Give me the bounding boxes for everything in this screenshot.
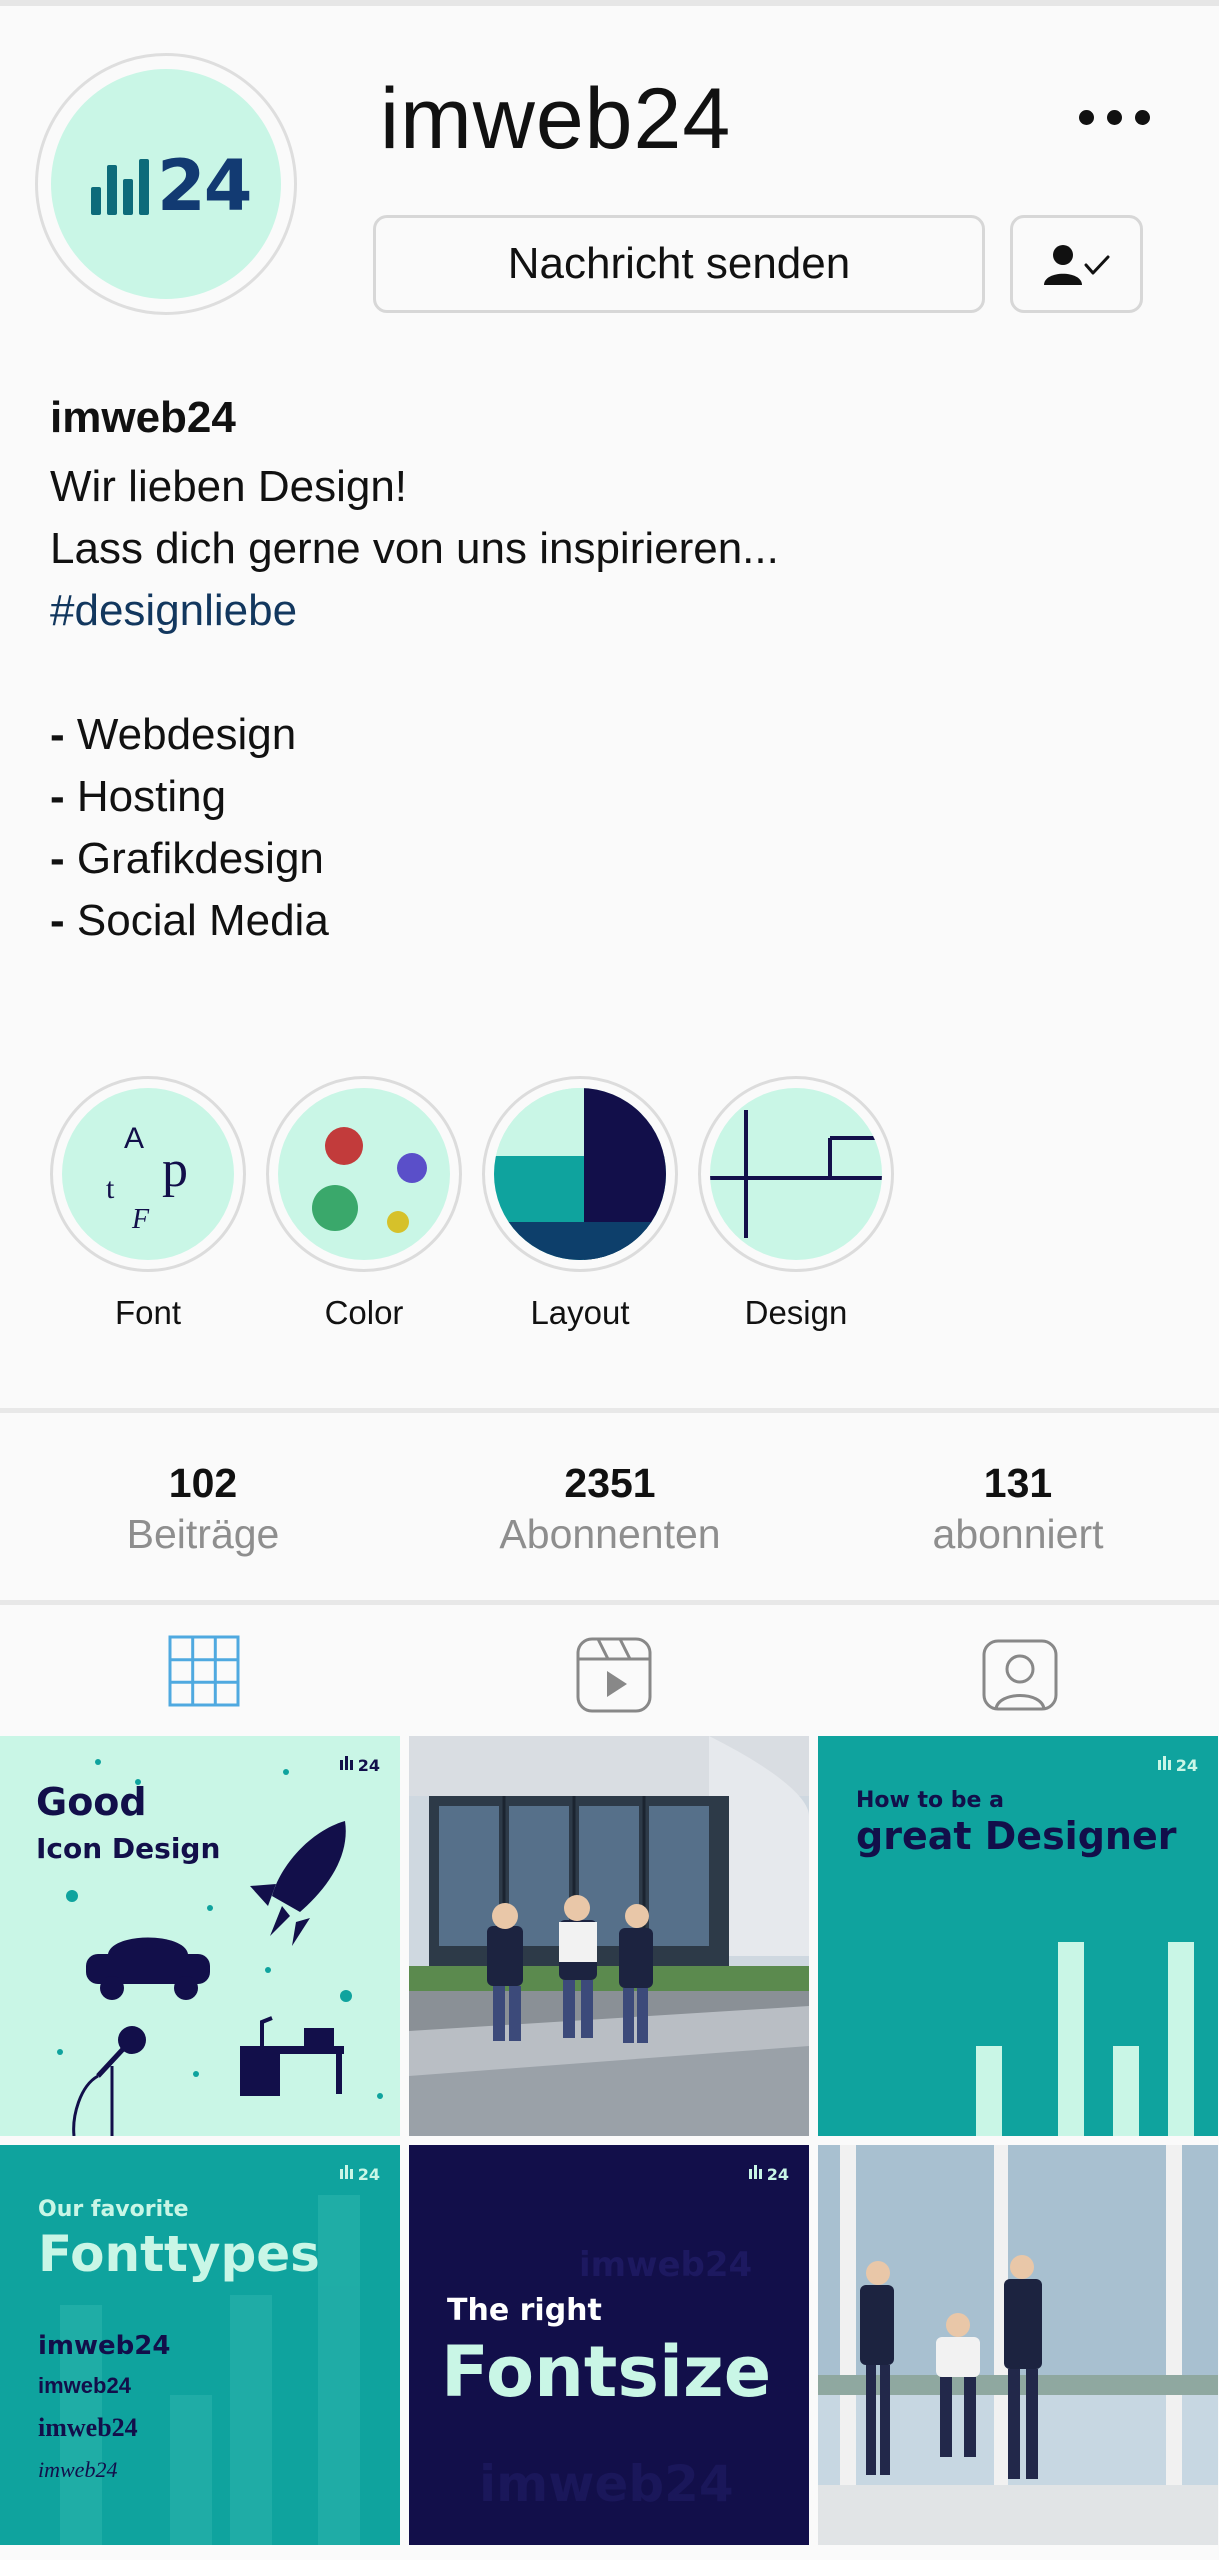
font-letters-icon: A t p F — [106, 1122, 188, 1235]
post-tile-great-designer[interactable]: 24 How to be a great Designer — [818, 1736, 1218, 2136]
post-watermark: imweb24 — [579, 2245, 753, 2285]
post-subline: great Designer — [856, 1814, 1177, 1858]
more-options-icon[interactable] — [1075, 96, 1155, 140]
team-photo-image — [409, 1736, 809, 2136]
tab-tagged[interactable] — [812, 1608, 1218, 1736]
highlight-layout[interactable]: Layout — [482, 1076, 678, 1332]
post-subline: Fontsize — [441, 2331, 772, 2413]
post-tile-team-photo[interactable] — [409, 1736, 809, 2136]
bio-list-item: - Hosting — [50, 772, 227, 821]
post-watermark: imweb24 — [479, 2455, 734, 2513]
status-bar-divider — [0, 0, 1219, 6]
brand-mark: 24 — [1175, 1756, 1198, 1775]
highlight-font[interactable]: A t p F Font — [50, 1076, 246, 1332]
post-subline: Icon Design — [36, 1832, 221, 1865]
font-sample: imweb24 — [38, 2413, 138, 2442]
svg-text:p: p — [162, 1141, 188, 1198]
send-message-button[interactable]: Nachricht senden — [373, 215, 985, 313]
highlight-label: Color — [324, 1294, 404, 1331]
stat-posts[interactable]: 102 Beiträge — [53, 1458, 353, 1560]
brand-mark: 24 — [357, 1756, 380, 1775]
svg-text:t: t — [106, 1172, 115, 1205]
tab-posts-grid[interactable] — [0, 1608, 406, 1736]
avatar-brand-text: 24 — [157, 145, 252, 227]
post-headline: Our favorite — [38, 2197, 189, 2222]
bio-list-item: - Grafikdesign — [50, 834, 324, 883]
font-sample: imweb24 — [38, 2457, 118, 2482]
brand-mark: 24 — [766, 2165, 789, 2184]
layout-blocks-icon — [494, 1088, 666, 1260]
bio-hashtag-link[interactable]: #designliebe — [50, 580, 1170, 642]
profile-username: imweb24 — [380, 71, 732, 167]
tab-reels[interactable] — [406, 1608, 812, 1736]
bio-list-item: - Webdesign — [50, 710, 297, 759]
profile-stats: 102 Beiträge 2351 Abonnenten 131 abonnie… — [0, 1410, 1219, 1600]
bio-line-1: Wir lieben Design! — [50, 462, 408, 511]
highlight-label: Font — [114, 1294, 182, 1331]
profile-bio: imweb24 Wir lieben Design! Lass dich ger… — [50, 390, 1170, 952]
post-headline: The right — [447, 2293, 602, 2328]
team-outdoor-photo-image — [818, 2145, 1218, 2545]
post-headline: Good — [36, 1780, 147, 1824]
post-tile-team-outdoor-photo[interactable] — [818, 2145, 1218, 2545]
tagged-icon — [982, 1639, 1058, 1711]
post-tile-good-icon-design[interactable]: 24 Good Icon Design — [0, 1736, 400, 2136]
svg-text:A: A — [124, 1122, 144, 1155]
post-tile-fonttypes[interactable]: 24 Our favorite Fonttypes imweb24 imweb2… — [0, 2145, 400, 2545]
color-dots-icon — [312, 1127, 427, 1233]
avatar-logo: 24 — [51, 69, 281, 299]
highlight-design[interactable]: Design — [698, 1076, 894, 1332]
stat-following[interactable]: 131 abonniert — [868, 1458, 1168, 1560]
highlight-label: Layout — [530, 1294, 630, 1331]
grid-icon — [168, 1635, 240, 1707]
profile-tabs — [0, 1608, 1219, 1736]
bio-line-2: Lass dich gerne von uns inspirieren... — [50, 524, 779, 573]
highlight-color[interactable]: Color — [266, 1076, 462, 1332]
post-tile-fontsize[interactable]: 24 imweb24 imweb24 The right Fontsize — [409, 2145, 809, 2545]
following-button[interactable] — [1010, 215, 1143, 313]
highlight-label: Design — [744, 1294, 848, 1331]
font-sample: imweb24 — [38, 2373, 131, 2398]
svg-text:F: F — [131, 1204, 150, 1235]
font-sample: imweb24 — [38, 2331, 171, 2361]
design-lines-icon — [710, 1110, 882, 1238]
person-check-icon — [1044, 245, 1110, 285]
stat-followers[interactable]: 2351 Abonnenten — [460, 1458, 760, 1560]
reels-icon — [576, 1637, 652, 1713]
profile-avatar[interactable]: 24 — [35, 53, 297, 315]
posts-grid: 24 Good Icon Design 24 How to be a great… — [0, 1736, 1219, 2560]
bio-list-item: - Social Media — [50, 896, 329, 945]
section-divider — [0, 1600, 1219, 1605]
post-subline: Fonttypes — [38, 2225, 320, 2283]
bio-name: imweb24 — [50, 393, 236, 442]
post-headline: How to be a — [856, 1788, 1004, 1813]
brand-mark: 24 — [357, 2165, 380, 2184]
